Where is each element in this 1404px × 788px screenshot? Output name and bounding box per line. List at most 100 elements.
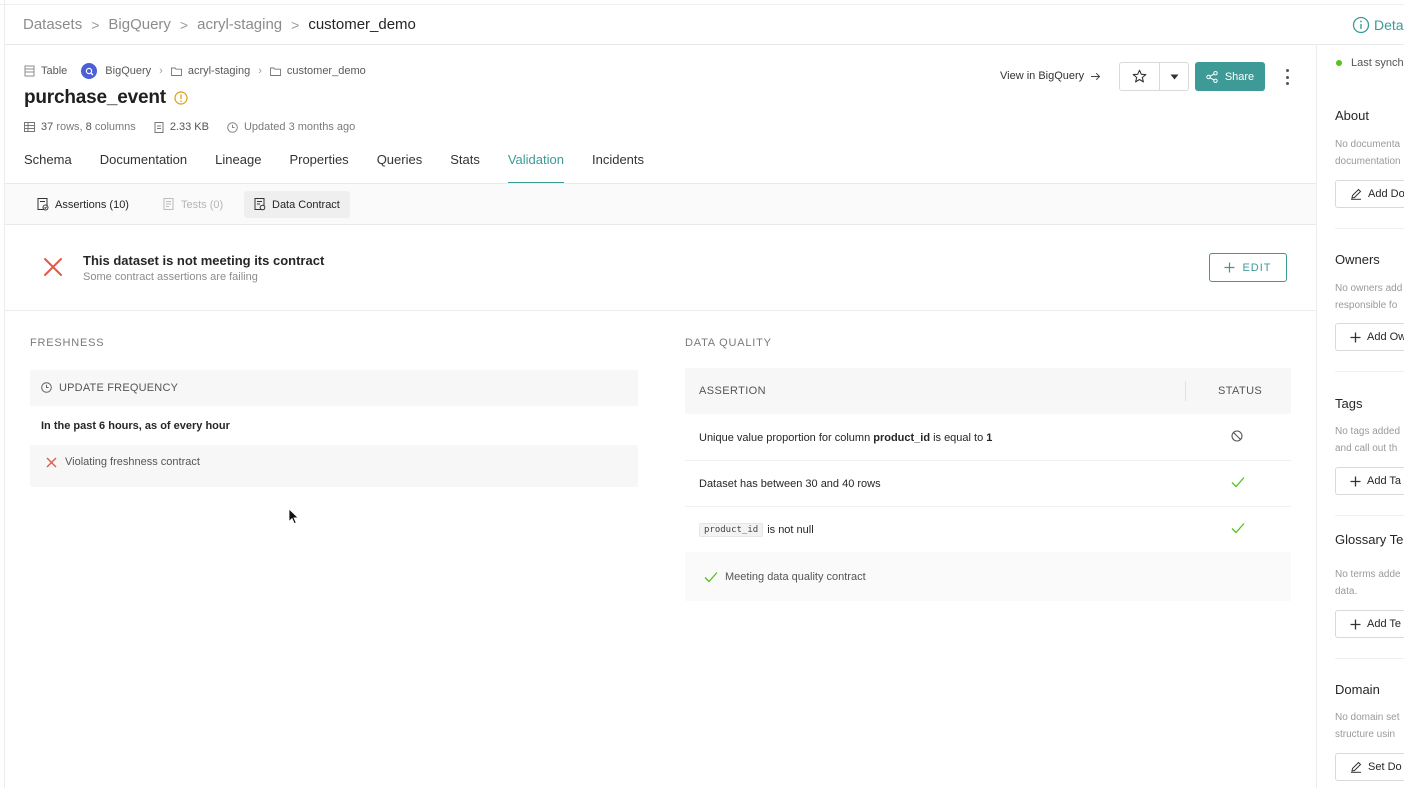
breadcrumb-separator: > (179, 16, 189, 33)
owners-description-line: No owners add (1335, 283, 1403, 294)
glossary-description-line: data. (1335, 586, 1358, 597)
contract-doc-icon (254, 198, 266, 211)
tab-schema[interactable]: Schema (24, 146, 72, 184)
table-row[interactable]: product_id is not null (685, 507, 1291, 553)
clock-icon (41, 382, 52, 393)
edit-label: EDIT (1242, 261, 1272, 274)
tags-title: Tags (1335, 396, 1363, 411)
breadcrumb-datasets[interactable]: Datasets (23, 16, 82, 33)
favorite-dropdown-button[interactable] (1160, 63, 1188, 90)
view-in-bigquery-label: View in BigQuery (1000, 70, 1085, 82)
owners-description-line: responsible fo (1335, 300, 1398, 311)
freshness-status-text: Violating freshness contract (65, 456, 200, 468)
domain-description-line: No domain set (1335, 712, 1400, 723)
add-tags-label: Add Ta (1367, 475, 1402, 487)
set-domain-button[interactable]: Set Do (1335, 753, 1404, 781)
add-glossary-terms-button[interactable]: Add Te (1335, 610, 1404, 638)
tab-lineage[interactable]: Lineage (215, 146, 261, 184)
breadcrumb-acryl-staging[interactable]: acryl-staging (197, 16, 282, 33)
assertion-text: is not null (767, 523, 814, 536)
assertion-column-name: product_id (873, 431, 931, 444)
subtab-data-contract[interactable]: Data Contract (244, 191, 350, 218)
entity-sidebar: Last synch About No documenta documentat… (1316, 45, 1404, 788)
tab-queries[interactable]: Queries (377, 146, 423, 184)
tags-description-line: and call out th (1335, 443, 1398, 454)
arrow-right-icon (1090, 72, 1101, 81)
contract-status-banner: This dataset is not meeting its contract… (5, 226, 1316, 311)
breadcrumb: Datasets > BigQuery > acryl-staging > cu… (23, 5, 416, 44)
tab-properties[interactable]: Properties (289, 146, 348, 184)
breadcrumb-current[interactable]: customer_demo (308, 16, 416, 33)
entity-title: purchase_event (24, 87, 166, 108)
assertion-text: Unique value proportion for column (699, 431, 871, 444)
contract-status-subtitle: Some contract assertions are failing (83, 271, 258, 283)
pencil-icon (1350, 188, 1362, 200)
tab-validation[interactable]: Validation (507, 146, 565, 184)
freshness-status: Violating freshness contract (46, 456, 200, 468)
breadcrumb-separator: > (91, 16, 100, 33)
more-options-icon[interactable] (1280, 66, 1294, 88)
column-header-assertion: ASSERTION (699, 385, 766, 397)
subtab-tests-label: Tests (0) (181, 198, 224, 211)
breadcrumb-bigquery[interactable]: BigQuery (108, 16, 171, 33)
sidebar-divider (1335, 658, 1404, 659)
table-row[interactable]: Dataset has between 30 and 40 rows (685, 461, 1291, 507)
owners-title: Owners (1335, 252, 1380, 267)
add-owners-label: Add Ow (1367, 331, 1404, 343)
container-link-acryl-staging[interactable]: acryl-staging (188, 65, 250, 77)
grid-icon (24, 122, 35, 132)
file-icon (154, 121, 164, 133)
view-in-bigquery-link[interactable]: View in BigQuery (1000, 68, 1101, 84)
edit-contract-button[interactable]: EDIT (1209, 253, 1287, 282)
test-doc-icon (163, 198, 175, 211)
add-glossary-terms-label: Add Te (1367, 618, 1402, 630)
about-description-line: documentation (1335, 156, 1401, 167)
checkmark-icon (1231, 476, 1245, 488)
column-code-tag: product_id (699, 522, 764, 537)
details-toggle-link[interactable]: Deta (1352, 5, 1404, 44)
data-quality-table: ASSERTION STATUS Unique value proportion… (685, 368, 1291, 601)
subtab-assertions[interactable]: Assertions (10) (27, 191, 139, 218)
sidebar-divider (1335, 228, 1404, 229)
glossary-terms-description: No terms adde data. (1335, 566, 1401, 600)
assertion-text: is equal to (933, 431, 984, 444)
sync-status: Last synch (1336, 57, 1404, 69)
sidebar-divider (1335, 371, 1404, 372)
table-row[interactable]: Unique value proportion for column produ… (685, 415, 1291, 461)
add-documentation-button[interactable]: Add Do (1335, 180, 1404, 208)
sync-status-text: Last synch (1351, 57, 1404, 69)
column-header-status: STATUS (1218, 385, 1263, 397)
warning-icon[interactable] (174, 91, 188, 105)
entity-title-row: purchase_event (24, 87, 188, 109)
share-button[interactable]: Share (1195, 62, 1265, 91)
entity-meta-row: Table BigQuery › acryl-staging › custome… (24, 63, 366, 79)
subtab-tests[interactable]: Tests (0) (153, 191, 233, 218)
chevron-right-icon: › (159, 65, 163, 77)
tab-documentation[interactable]: Documentation (100, 146, 187, 184)
clock-icon (227, 121, 238, 133)
add-owners-button[interactable]: Add Ow (1335, 323, 1404, 351)
star-button[interactable] (1120, 63, 1160, 90)
table-icon (24, 65, 35, 77)
sync-status-dot (1336, 60, 1342, 66)
checkmark-icon (1231, 522, 1245, 534)
rows-suffix: rows, (56, 121, 83, 133)
freshness-card: UPDATE FREQUENCY In the past 6 hours, as… (30, 370, 638, 487)
column-divider (1185, 381, 1186, 401)
container-link-customer-demo[interactable]: customer_demo (287, 65, 366, 77)
freshness-rule: In the past 6 hours, as of every hour (30, 406, 638, 445)
glossary-terms-title: Glossary Ter (1335, 532, 1404, 547)
checkmark-icon (704, 571, 718, 583)
folder-icon (170, 67, 182, 76)
tab-stats[interactable]: Stats (450, 146, 480, 184)
entity-type-label: Table (41, 65, 68, 77)
entity-stats-row: 37 rows, 8 columns 2.33 KB Updated 3 mon… (24, 119, 373, 135)
row-count: 37 (41, 121, 54, 133)
platform-link[interactable]: BigQuery (105, 65, 151, 77)
tab-incidents[interactable]: Incidents (592, 146, 644, 184)
add-tags-button[interactable]: Add Ta (1335, 467, 1404, 495)
dataset-size: 2.33 KB (169, 121, 209, 133)
bigquery-logo-icon (81, 63, 98, 79)
data-quality-summary-text: Meeting data quality contract (725, 570, 866, 583)
close-x-icon (46, 457, 57, 468)
